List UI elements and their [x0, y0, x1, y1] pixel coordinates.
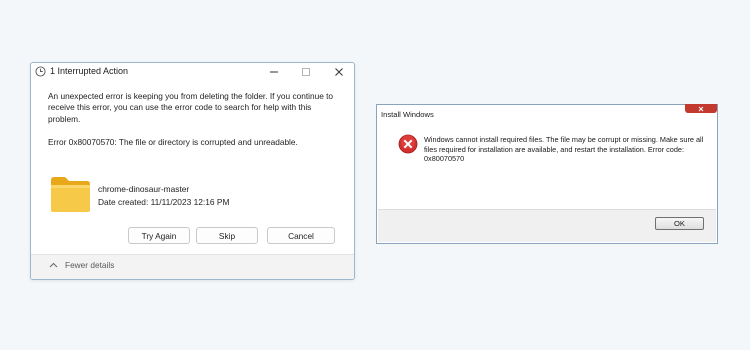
skip-button[interactable]: Skip [196, 227, 258, 244]
minimize-button[interactable] [259, 63, 289, 81]
maximize-icon [302, 68, 310, 76]
error-code-text: Error 0x80070570: The file or directory … [48, 137, 298, 147]
dialog-title: 1 Interrupted Action [50, 66, 129, 76]
title-bar: 1 Interrupted Action [31, 63, 354, 81]
error-message: An unexpected error is keeping you from … [48, 91, 334, 124]
title-bar: Install Windows [377, 104, 717, 123]
maximize-button[interactable] [291, 63, 321, 81]
folder-name: chrome-dinosaur-master [98, 184, 190, 194]
error-message: Windows cannot install required files. T… [424, 135, 704, 164]
close-icon [698, 106, 704, 111]
error-icon [398, 134, 418, 154]
details-footer: Fewer details [31, 254, 354, 279]
dialog-body: Windows cannot install required files. T… [380, 124, 714, 209]
clock-icon [35, 66, 46, 77]
ok-button[interactable]: OK [655, 217, 704, 230]
folder-date: Date created: 11/11/2023 12:16 PM [98, 197, 230, 207]
dialog-title: Install Windows [381, 110, 434, 119]
interrupted-action-dialog: 1 Interrupted Action An unexpected error… [30, 62, 355, 280]
folder-icon [51, 177, 90, 212]
install-windows-dialog: Install Windows Windows cannot install r… [376, 104, 718, 244]
try-again-button[interactable]: Try Again [128, 227, 190, 244]
chevron-up-icon[interactable] [49, 262, 58, 268]
close-icon [335, 68, 343, 76]
dialog-footer: OK [378, 209, 716, 242]
close-button[interactable] [685, 104, 717, 113]
fewer-details-toggle[interactable]: Fewer details [65, 260, 114, 270]
close-button[interactable] [324, 63, 354, 81]
cancel-button[interactable]: Cancel [267, 227, 335, 244]
minimize-icon [270, 71, 278, 73]
